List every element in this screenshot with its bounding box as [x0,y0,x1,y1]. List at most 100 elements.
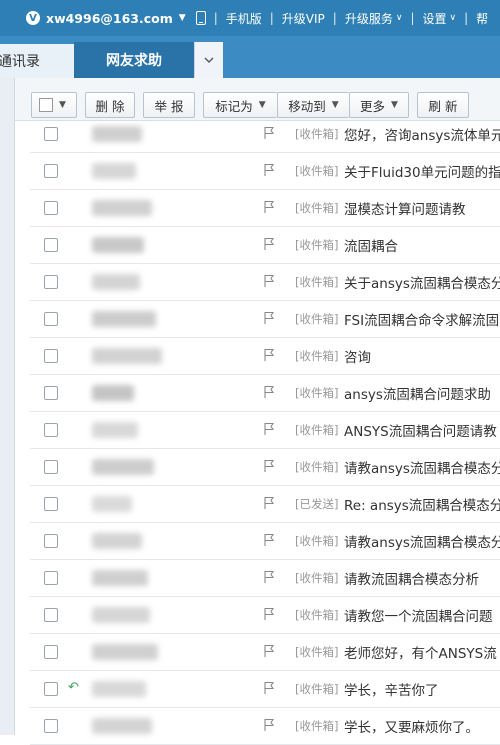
flag-icon[interactable] [263,607,275,621]
folder-label: [收件箱] [295,608,339,622]
message-subject[interactable]: ansys流固耦合问题求助 [344,383,491,403]
folder-label: [收件箱] [295,534,339,548]
row-checkbox[interactable] [44,460,58,474]
table-row[interactable]: [收件箱] 关于ansys流固耦合模态分 [30,263,500,301]
flag-icon[interactable] [263,126,275,140]
table-row[interactable]: [收件箱] 请教ansys流固耦合模态分 [30,522,500,560]
account-name[interactable]: xw4996@163.com [46,11,173,26]
table-row[interactable]: [收件箱] FSI流固耦合命令求解流固 [30,300,500,338]
table-row[interactable]: [收件箱] ANSYS流固耦合问题请教 [30,411,500,449]
message-subject[interactable]: 您好，咨询ansys流体单元 [344,124,500,144]
folder-label: [收件箱] [295,127,339,141]
row-checkbox[interactable] [44,719,58,733]
message-subject[interactable]: 湿模态计算问题请教 [344,198,466,218]
message-subject[interactable]: 关于Fluid30单元问题的指 [344,161,500,181]
flag-icon[interactable] [263,422,275,436]
tab-contacts[interactable]: 通讯录 [0,44,74,78]
flag-icon[interactable] [263,644,275,658]
message-subject[interactable]: 流固耦合 [344,235,398,255]
row-checkbox[interactable] [44,349,58,363]
table-row[interactable]: [收件箱] 流固耦合 [30,226,500,264]
row-checkbox[interactable] [44,238,58,252]
row-checkbox[interactable] [44,571,58,585]
row-checkbox[interactable] [44,201,58,215]
table-row[interactable]: [收件箱] 请教流固耦合模态分析 [30,559,500,597]
flag-icon[interactable] [263,385,275,399]
row-checkbox[interactable] [44,608,58,622]
table-row[interactable]: [收件箱] 您好，咨询ansys流体单元 [30,115,500,153]
row-checkbox[interactable] [44,497,58,511]
mark-as-label: 标记为 [215,98,253,114]
chevron-down-icon: ▼ [391,100,398,110]
flag-icon[interactable] [263,533,275,547]
row-checkbox[interactable] [44,645,58,659]
message-subject[interactable]: 学长，又要麻烦你了。 [344,716,479,736]
sender-name-blurred [92,459,154,475]
row-checkbox[interactable] [44,164,58,178]
checkbox-icon [39,98,53,112]
mobile-version-link[interactable]: 手机版 [226,10,262,27]
chevron-down-icon[interactable]: ▼ [179,13,186,23]
sender-name-blurred [92,348,162,364]
top-bar: V xw4996@163.com ▼ | 手机版 | 升级VIP | 升级服务 … [0,0,500,36]
sender-name-blurred [92,607,150,623]
sender-name-blurred [92,274,140,290]
flag-icon[interactable] [263,496,275,510]
table-row[interactable]: [收件箱] 湿模态计算问题请教 [30,189,500,227]
flag-icon[interactable] [263,163,275,177]
row-checkbox[interactable] [44,275,58,289]
row-checkbox[interactable] [44,534,58,548]
table-row[interactable]: [收件箱] 学长，又要麻烦你了。 [30,707,500,745]
flag-icon[interactable] [263,311,275,325]
chevron-down-icon: ▼ [59,100,66,110]
folder-label: [收件箱] [295,571,339,585]
message-subject[interactable]: FSI流固耦合命令求解流固 [344,309,499,329]
table-row[interactable]: [收件箱] 咨询 [30,337,500,375]
message-subject[interactable]: 学长，辛苦你了 [344,679,439,699]
table-row[interactable]: [收件箱] 老师您好，有个ANSYS流 [30,633,500,671]
table-row[interactable]: ↶ [收件箱] 学长，辛苦你了 [30,670,500,708]
flag-icon[interactable] [263,718,275,732]
sender-name-blurred [92,533,142,549]
upgrade-service-link[interactable]: 升级服务 [345,10,393,27]
chevron-down-icon: ▼ [258,100,266,110]
sender-name-blurred [92,570,148,586]
table-row[interactable]: [收件箱] ansys流固耦合问题求助 [30,374,500,412]
row-checkbox[interactable] [44,423,58,437]
message-subject[interactable]: 请教您一个流固耦合问题 [344,605,493,625]
flag-icon[interactable] [263,237,275,251]
settings-link[interactable]: 设置 [423,10,447,27]
message-subject[interactable]: 关于ansys流固耦合模态分 [344,272,500,292]
chevron-down-icon[interactable]: ∨ [396,13,403,23]
flag-icon[interactable] [263,200,275,214]
chevron-down-icon[interactable]: ∨ [450,13,457,23]
row-checkbox[interactable] [44,682,58,696]
message-subject[interactable]: Re: ansys流固耦合模态分 [344,494,500,514]
flag-icon[interactable] [263,570,275,584]
row-checkbox[interactable] [44,312,58,326]
message-subject[interactable]: 老师您好，有个ANSYS流 [344,642,497,662]
help-link[interactable]: 帮 [476,10,488,27]
tab-dropdown-button[interactable] [194,42,223,78]
flag-icon[interactable] [263,459,275,473]
tab-active-label: 网友求助 [106,53,162,69]
table-row[interactable]: [收件箱] 请教ansys流固耦合模态分 [30,448,500,486]
chevron-down-icon [204,57,214,63]
message-subject[interactable]: 咨询 [344,346,371,366]
table-row[interactable]: [收件箱] 请教您一个流固耦合问题 [30,596,500,634]
tab-active[interactable]: 网友求助 [74,42,194,78]
message-subject[interactable]: ANSYS流固耦合问题请教 [344,420,497,440]
sender-name-blurred [92,718,152,734]
message-subject[interactable]: 请教流固耦合模态分析 [344,568,479,588]
row-checkbox[interactable] [44,127,58,141]
table-row[interactable]: [收件箱] 关于Fluid30单元问题的指 [30,152,500,190]
table-row[interactable]: [已发送] Re: ansys流固耦合模态分 [30,485,500,523]
row-checkbox[interactable] [44,386,58,400]
upgrade-vip-link[interactable]: 升级VIP [282,10,325,27]
flag-icon[interactable] [263,681,275,695]
flag-icon[interactable] [263,348,275,362]
message-subject[interactable]: 请教ansys流固耦合模态分 [344,531,500,551]
message-subject[interactable]: 请教ansys流固耦合模态分 [344,457,500,477]
flag-icon[interactable] [263,274,275,288]
folder-label: [收件箱] [295,460,339,474]
